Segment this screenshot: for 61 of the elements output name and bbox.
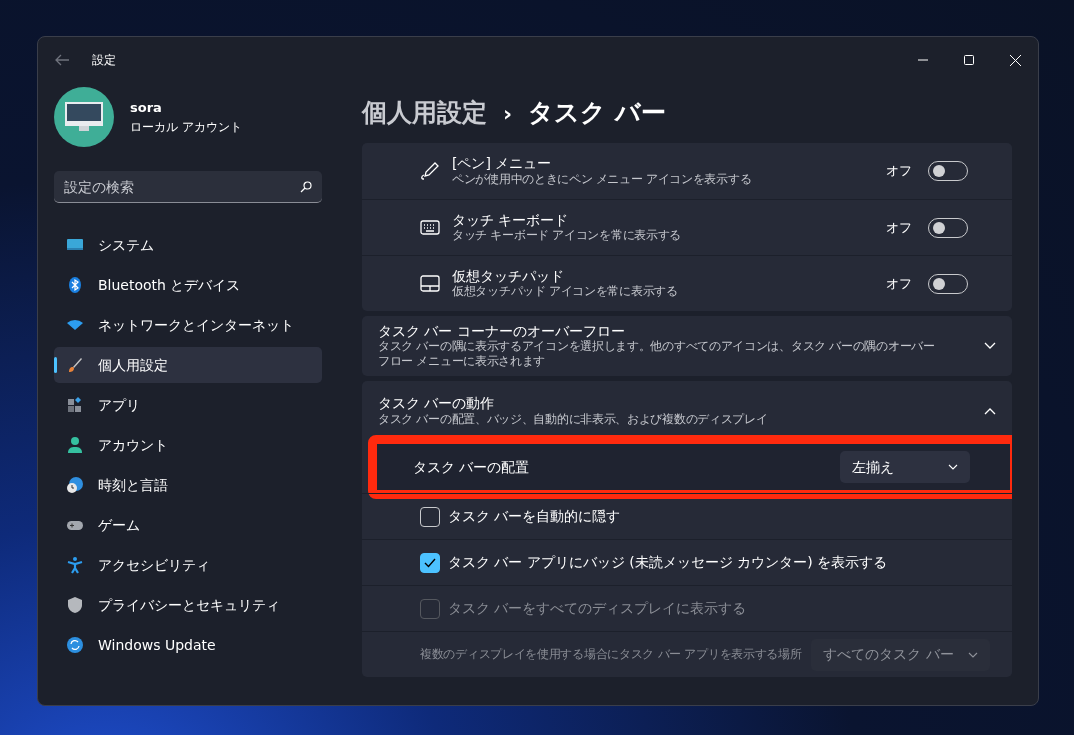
nav-item[interactable]: Bluetooth とデバイス: [54, 267, 322, 303]
setting-title: タッチ キーボード: [452, 211, 570, 229]
nav-item[interactable]: ゲーム: [54, 507, 322, 543]
expander-description: タスク バーの配置、バッジ、自動的に非表示、および複数のディスプレイ: [378, 411, 769, 427]
shield-icon: [66, 596, 84, 614]
setting-description: 仮想タッチパッド アイコンを常に表示する: [452, 284, 679, 300]
setting-title: 仮想タッチパッド: [452, 267, 565, 285]
expander-title: タスク バーの動作: [378, 395, 496, 412]
search-field[interactable]: 設定の検索: [54, 171, 322, 203]
avatar-monitor-icon: [54, 87, 114, 147]
close-icon: [1009, 54, 1021, 66]
breadcrumb-separator: ›: [503, 99, 513, 128]
page-title: タスク バー: [528, 97, 666, 130]
toggle-state-label: オフ: [886, 274, 912, 293]
checkbox[interactable]: [420, 552, 440, 573]
setting-description: タッチ キーボード アイコンを常に表示する: [452, 228, 682, 244]
nav-item[interactable]: プライバシーとセキュリティ: [54, 587, 322, 623]
back-arrow-icon[interactable]: [54, 54, 70, 66]
setting-description: ペンが使用中のときにペン メニュー アイコンを表示する: [452, 171, 753, 187]
checkmark-icon: [424, 557, 436, 568]
chevron-down-icon: [948, 464, 958, 470]
nav-item[interactable]: システム: [54, 227, 322, 263]
account-type: ローカル アカウント: [130, 118, 242, 136]
expander-header[interactable]: タスク バー コーナーのオーバーフロー タスク バーの隅に表示するアイコンを選択します。他のすべてのアイコンは、タスク バーの隅のオーバーフロー メニューに表示されます: [362, 316, 1012, 376]
chevron-up-icon: [984, 407, 996, 415]
search-icon: [300, 181, 312, 193]
setting-title: [ペン] メニュー: [452, 155, 553, 172]
person-icon: [66, 436, 84, 454]
accessibility-icon: [66, 556, 84, 574]
chevron-down-icon: [984, 342, 996, 350]
maximize-icon: [964, 55, 974, 65]
refresh-icon: [66, 636, 84, 654]
apps-icon: [66, 396, 84, 414]
nav-item[interactable]: アカウント: [54, 427, 322, 463]
account-name: sora: [130, 99, 163, 118]
nav-item[interactable]: 時刻と言語: [54, 467, 322, 503]
checkbox-label: タスク バー アプリにバッジ (未読メッセージ カウンター) を表示する: [448, 554, 889, 571]
nav-item[interactable]: アクセシビリティ: [54, 547, 322, 583]
expander-title: タスク バー コーナーのオーバーフロー: [378, 322, 626, 340]
bluetooth-icon: [66, 276, 84, 294]
touchpad-icon: [420, 273, 440, 294]
toggle-state-label: オフ: [886, 218, 912, 237]
setting-label: 複数のディスプレイを使用する場合にタスク バー アプリを表示する場所: [420, 647, 802, 662]
checkbox-label: タスク バーをすべてのディスプレイに表示する: [448, 600, 748, 617]
checkbox-label: タスク バーを自動的に隠す: [448, 508, 622, 525]
expander-description: タスク バーの隅に表示するアイコンを選択します。他のすべてのアイコンは、タスク バーの隅のオーバーフロー メニューに表示されます: [378, 339, 936, 370]
setting-label: タスク バーの配置: [413, 458, 531, 476]
breadcrumb-parent[interactable]: 個人用設定: [362, 94, 487, 132]
chevron-down-icon: [967, 651, 978, 658]
keyboard-icon: [420, 217, 440, 238]
nav-item[interactable]: ネットワークとインターネット: [54, 307, 322, 343]
globe-clock-icon: [66, 476, 84, 494]
nav-item[interactable]: Windows Update: [54, 627, 322, 663]
toggle-state-label: オフ: [886, 162, 912, 181]
nav-item[interactable]: 個人用設定: [54, 347, 322, 383]
pen-icon: [420, 161, 440, 181]
paintbrush-icon: [66, 356, 84, 374]
expander-header[interactable]: タスク バーの動作 タスク バーの配置、バッジ、自動的に非表示、および複数のディスプレイ: [362, 381, 1012, 441]
dropdown[interactable]: 左揃え: [840, 451, 970, 483]
nav-item[interactable]: アプリ: [54, 387, 322, 423]
window-title: 設定: [92, 52, 116, 69]
